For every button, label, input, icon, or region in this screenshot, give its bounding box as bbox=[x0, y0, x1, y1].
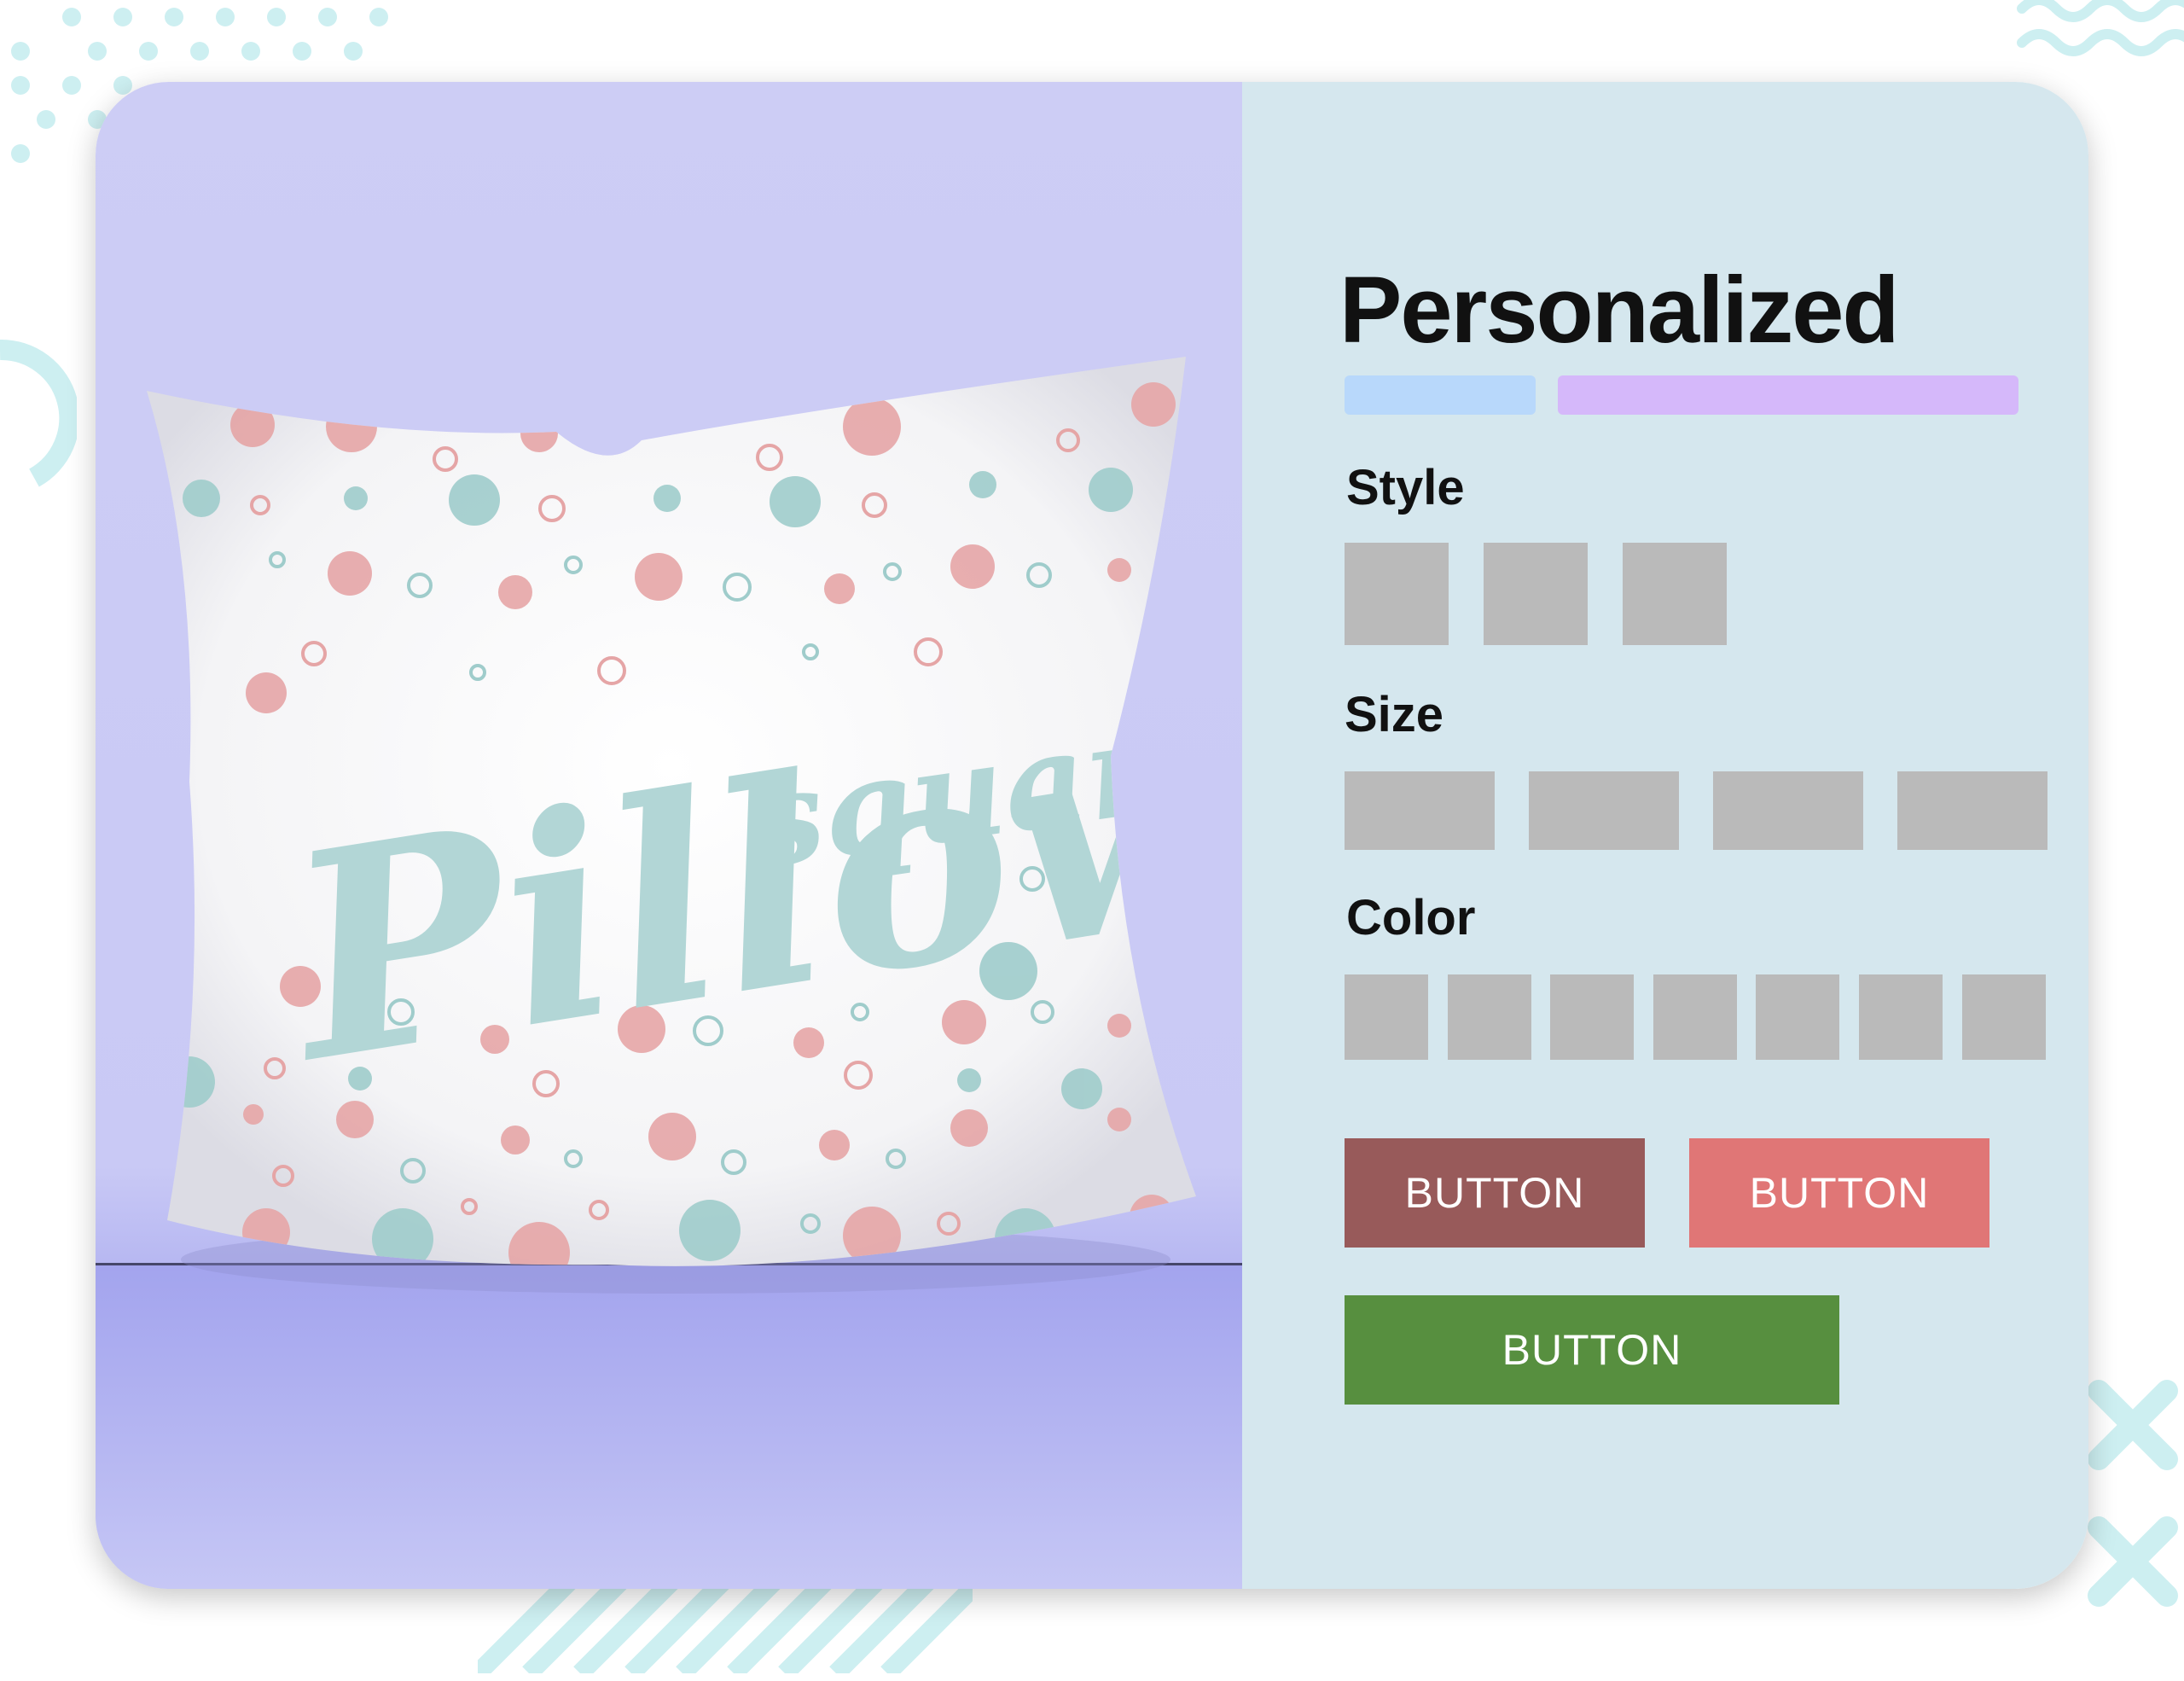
size-label: Size bbox=[1345, 687, 1444, 742]
color-option-3[interactable] bbox=[1550, 974, 1634, 1060]
color-option-4[interactable] bbox=[1653, 974, 1737, 1060]
color-option-2[interactable] bbox=[1448, 974, 1531, 1060]
accent-bar-purple bbox=[1558, 375, 2018, 415]
wave-pattern-decoration bbox=[2017, 0, 2184, 56]
arc-decoration bbox=[0, 339, 77, 487]
color-option-5[interactable] bbox=[1756, 974, 1839, 1060]
style-label: Style bbox=[1346, 460, 1465, 515]
color-option-1[interactable] bbox=[1345, 974, 1428, 1060]
page-title: Personalized bbox=[1339, 258, 1900, 363]
stripe-pattern-decoration bbox=[478, 1579, 973, 1673]
secondary-button-coral[interactable]: BUTTON bbox=[1689, 1138, 1989, 1248]
size-option-2[interactable] bbox=[1529, 771, 1679, 850]
size-option-3[interactable] bbox=[1713, 771, 1863, 850]
style-option-2[interactable] bbox=[1484, 543, 1588, 645]
color-option-6[interactable] bbox=[1859, 974, 1943, 1060]
primary-button-brown[interactable]: BUTTON bbox=[1345, 1138, 1645, 1248]
product-image-panel: square Pillow bbox=[96, 82, 1242, 1589]
color-label: Color bbox=[1346, 890, 1476, 945]
pillow-image: square Pillow bbox=[147, 357, 1196, 1294]
size-option-1[interactable] bbox=[1345, 771, 1495, 850]
x-pattern-decoration bbox=[2088, 1380, 2178, 1607]
style-option-1[interactable] bbox=[1345, 543, 1449, 645]
size-option-4[interactable] bbox=[1897, 771, 2048, 850]
color-option-7[interactable] bbox=[1962, 974, 2046, 1060]
style-option-3[interactable] bbox=[1623, 543, 1727, 645]
accent-bar-blue bbox=[1345, 375, 1536, 415]
wide-button-green[interactable]: BUTTON bbox=[1345, 1295, 1839, 1405]
